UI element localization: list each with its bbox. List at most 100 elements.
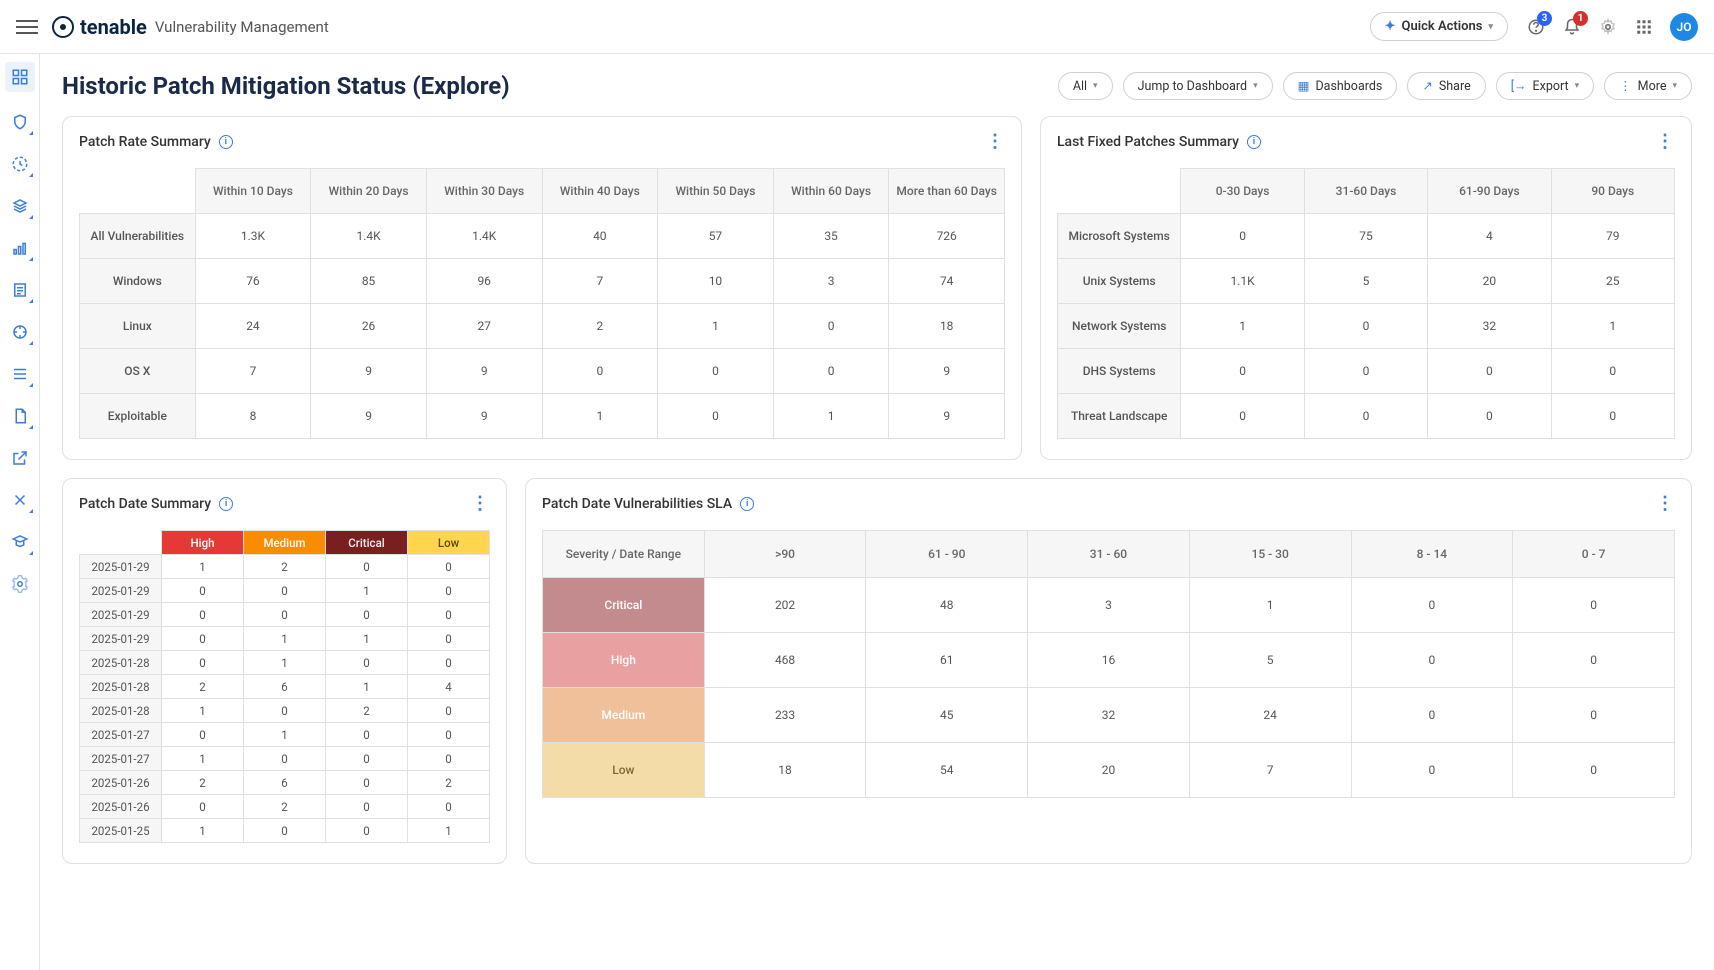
info-icon[interactable]: i bbox=[219, 135, 233, 149]
table-cell[interactable]: 0 bbox=[1513, 578, 1675, 633]
sidebar-item-analytics[interactable] bbox=[8, 236, 32, 260]
table-cell[interactable]: 0 bbox=[1304, 349, 1427, 394]
table-cell[interactable]: 0 bbox=[244, 603, 326, 627]
table-cell[interactable]: 6 bbox=[244, 771, 326, 795]
table-cell[interactable]: 57 bbox=[658, 214, 774, 259]
table-cell[interactable]: 20 bbox=[1428, 259, 1551, 304]
table-cell[interactable]: 1 bbox=[1181, 304, 1304, 349]
table-cell[interactable]: 2 bbox=[542, 304, 658, 349]
table-cell[interactable]: 1 bbox=[1189, 578, 1351, 633]
table-cell[interactable]: 85 bbox=[311, 259, 427, 304]
info-icon[interactable]: i bbox=[740, 497, 754, 511]
table-cell[interactable]: 79 bbox=[1551, 214, 1674, 259]
table-cell[interactable]: 0 bbox=[542, 349, 658, 394]
table-cell[interactable]: 3 bbox=[1028, 578, 1190, 633]
table-cell[interactable]: 1 bbox=[326, 675, 408, 699]
table-cell[interactable]: 10 bbox=[658, 259, 774, 304]
table-cell[interactable]: 0 bbox=[408, 723, 490, 747]
table-cell[interactable]: 74 bbox=[889, 259, 1005, 304]
table-cell[interactable]: 1 bbox=[408, 819, 490, 843]
table-cell[interactable]: 48 bbox=[866, 578, 1028, 633]
table-cell[interactable]: 2 bbox=[244, 795, 326, 819]
table-cell[interactable]: 202 bbox=[704, 578, 866, 633]
table-cell[interactable]: 0 bbox=[326, 651, 408, 675]
table-cell[interactable]: 7 bbox=[542, 259, 658, 304]
sidebar-item-settings[interactable] bbox=[8, 572, 32, 596]
table-cell[interactable]: 0 bbox=[658, 349, 774, 394]
brand-logo[interactable]: tenable Vulnerability Management bbox=[52, 15, 329, 39]
table-cell[interactable]: 9 bbox=[311, 394, 427, 439]
table-cell[interactable]: 0 bbox=[1428, 394, 1551, 439]
table-cell[interactable]: 0 bbox=[1513, 633, 1675, 688]
table-cell[interactable]: 0 bbox=[162, 795, 244, 819]
table-cell[interactable]: 2 bbox=[244, 555, 326, 579]
filter-all-button[interactable]: All▾ bbox=[1058, 72, 1113, 100]
menu-toggle-button[interactable] bbox=[16, 16, 38, 38]
table-cell[interactable]: 1.4K bbox=[426, 214, 542, 259]
card-menu-button[interactable]: ⋮ bbox=[1656, 493, 1675, 514]
table-cell[interactable]: 0 bbox=[1351, 578, 1513, 633]
table-cell[interactable]: 1 bbox=[244, 651, 326, 675]
table-cell[interactable]: 1 bbox=[326, 579, 408, 603]
table-cell[interactable]: 1.4K bbox=[311, 214, 427, 259]
table-cell[interactable]: 726 bbox=[889, 214, 1005, 259]
table-cell[interactable]: 1 bbox=[658, 304, 774, 349]
table-cell[interactable]: 1 bbox=[162, 555, 244, 579]
table-cell[interactable]: 0 bbox=[1351, 743, 1513, 798]
table-cell[interactable]: 0 bbox=[326, 795, 408, 819]
table-cell[interactable]: 3 bbox=[773, 259, 889, 304]
table-cell[interactable]: 1.3K bbox=[195, 214, 311, 259]
table-cell[interactable]: 0 bbox=[1551, 394, 1674, 439]
table-cell[interactable]: 96 bbox=[426, 259, 542, 304]
export-button[interactable]: [→Export▾ bbox=[1496, 72, 1594, 100]
sidebar-item-activity[interactable] bbox=[8, 152, 32, 176]
table-cell[interactable]: 1 bbox=[773, 394, 889, 439]
table-cell[interactable]: 1 bbox=[542, 394, 658, 439]
info-icon[interactable]: i bbox=[1247, 135, 1261, 149]
table-cell[interactable]: 9 bbox=[889, 394, 1005, 439]
apps-grid-icon[interactable] bbox=[1634, 17, 1654, 37]
table-cell[interactable]: 6 bbox=[244, 675, 326, 699]
card-menu-button[interactable]: ⋮ bbox=[1656, 131, 1675, 152]
table-cell[interactable]: 0 bbox=[326, 555, 408, 579]
table-cell[interactable]: 0 bbox=[1513, 688, 1675, 743]
sidebar-item-list[interactable] bbox=[8, 362, 32, 386]
notifications-icon[interactable]: 1 bbox=[1562, 17, 1582, 37]
table-cell[interactable]: 75 bbox=[1304, 214, 1427, 259]
sidebar-item-education[interactable] bbox=[8, 530, 32, 554]
table-cell[interactable]: 0 bbox=[408, 699, 490, 723]
table-cell[interactable]: 40 bbox=[542, 214, 658, 259]
table-cell[interactable]: 0 bbox=[408, 747, 490, 771]
table-cell[interactable]: 0 bbox=[408, 795, 490, 819]
table-cell[interactable]: 32 bbox=[1028, 688, 1190, 743]
table-cell[interactable]: 2 bbox=[162, 675, 244, 699]
user-avatar[interactable]: JO bbox=[1670, 13, 1698, 41]
table-cell[interactable]: 27 bbox=[426, 304, 542, 349]
table-cell[interactable]: 25 bbox=[1551, 259, 1674, 304]
table-cell[interactable]: 0 bbox=[658, 394, 774, 439]
table-cell[interactable]: 0 bbox=[1351, 688, 1513, 743]
table-cell[interactable]: 4 bbox=[408, 675, 490, 699]
table-cell[interactable]: 35 bbox=[773, 214, 889, 259]
table-cell[interactable]: 54 bbox=[866, 743, 1028, 798]
table-cell[interactable]: 0 bbox=[1428, 349, 1551, 394]
table-cell[interactable]: 0 bbox=[1551, 349, 1674, 394]
share-button[interactable]: ↗Share bbox=[1407, 72, 1485, 100]
sidebar-item-security[interactable] bbox=[8, 110, 32, 134]
table-cell[interactable]: 0 bbox=[162, 579, 244, 603]
table-cell[interactable]: 0 bbox=[244, 747, 326, 771]
table-cell[interactable]: 0 bbox=[408, 603, 490, 627]
table-cell[interactable]: 0 bbox=[244, 579, 326, 603]
table-cell[interactable]: 2 bbox=[162, 771, 244, 795]
table-cell[interactable]: 1 bbox=[326, 627, 408, 651]
table-cell[interactable]: 0 bbox=[408, 555, 490, 579]
table-cell[interactable]: 0 bbox=[162, 723, 244, 747]
dashboards-button[interactable]: ▦Dashboards bbox=[1283, 72, 1398, 100]
table-cell[interactable]: 0 bbox=[326, 723, 408, 747]
table-cell[interactable]: 0 bbox=[162, 603, 244, 627]
table-cell[interactable]: 5 bbox=[1304, 259, 1427, 304]
table-cell[interactable]: 4 bbox=[1428, 214, 1551, 259]
table-cell[interactable]: 0 bbox=[244, 699, 326, 723]
table-cell[interactable]: 16 bbox=[1028, 633, 1190, 688]
table-cell[interactable]: 0 bbox=[162, 651, 244, 675]
